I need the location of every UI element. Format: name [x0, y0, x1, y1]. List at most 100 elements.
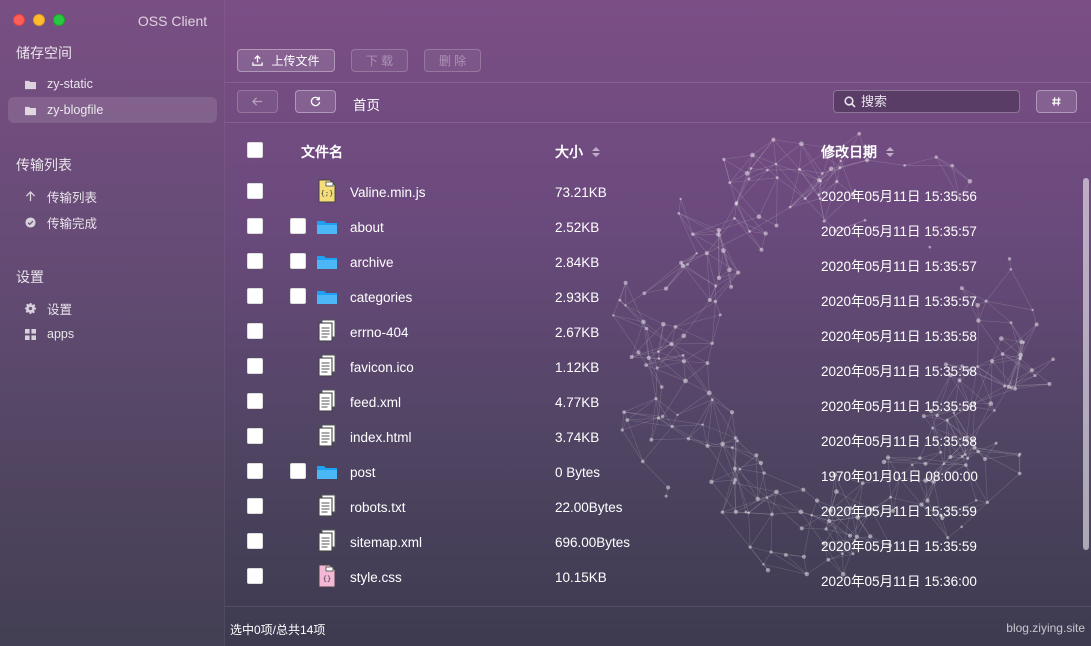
file-name[interactable]: errno-404 [350, 325, 409, 340]
file-name[interactable]: feed.xml [350, 395, 401, 410]
file-modified: 2020年05月11日 15:35:58 [821, 364, 977, 379]
sidebar-item-transfer-done[interactable]: 传输完成 [8, 209, 217, 235]
table-row[interactable]: {} style.css 10.15KB 2020年05月11日 15:36:00 [225, 559, 1091, 594]
file-size: 2.84KB [555, 255, 600, 270]
table-row[interactable]: post 0 Bytes 1970年01月01日 08:00:00 [225, 454, 1091, 489]
file-name[interactable]: style.css [350, 570, 402, 585]
file-size: 0 Bytes [555, 465, 601, 480]
site-label: blog.ziying.site [1006, 621, 1085, 635]
selection-count: 选中0项/总共14项 [230, 623, 326, 637]
sort-icon [886, 147, 894, 157]
file-name[interactable]: robots.txt [350, 500, 406, 515]
sidebar-item-label: 传输完成 [47, 216, 98, 231]
row-checkbox[interactable] [247, 218, 263, 234]
download-button[interactable]: 下 载 [351, 49, 408, 72]
folder-checkbox[interactable] [290, 253, 306, 269]
file-name[interactable]: Valine.min.js [350, 185, 426, 200]
refresh-icon [310, 96, 321, 107]
table-row[interactable]: robots.txt 22.00Bytes 2020年05月11日 15:35:59 [225, 489, 1091, 524]
delete-button[interactable]: 删 除 [424, 49, 481, 72]
grid-view-button[interactable] [1036, 90, 1077, 113]
row-checkbox[interactable] [247, 183, 263, 199]
table-header: 文件名 大小 修改日期 [225, 136, 1091, 164]
status-bar: 选中0项/总共14项 blog.ziying.site [225, 606, 1091, 646]
row-checkbox[interactable] [247, 498, 263, 514]
row-checkbox[interactable] [247, 568, 263, 584]
file-modified: 2020年05月11日 15:35:59 [821, 539, 977, 554]
file-modified: 2020年05月11日 15:35:57 [821, 294, 977, 309]
table-row[interactable]: index.html 3.74KB 2020年05月11日 15:35:58 [225, 419, 1091, 454]
search-input[interactable] [861, 94, 1011, 109]
row-checkbox[interactable] [247, 323, 263, 339]
refresh-button[interactable] [295, 90, 336, 113]
file-size: 22.00Bytes [555, 500, 623, 515]
row-checkbox[interactable] [247, 463, 263, 479]
search-box[interactable] [833, 90, 1020, 113]
row-checkbox[interactable] [247, 358, 263, 374]
file-size: 1.12KB [555, 360, 600, 375]
table-row[interactable]: {;} Valine.min.js 73.21KB 2020年05月11日 15:35… [225, 174, 1091, 209]
sidebar-item-transfer-list[interactable]: 传输列表 [8, 183, 217, 209]
sidebar-item-zy-blogfile[interactable]: zy-blogfile [8, 97, 217, 123]
file-modified: 2020年05月11日 15:35:58 [821, 434, 977, 449]
back-button[interactable] [237, 90, 278, 113]
file-name[interactable]: sitemap.xml [350, 535, 422, 550]
arrow-up-icon [23, 189, 37, 203]
search-icon [844, 95, 856, 108]
file-name[interactable]: categories [350, 290, 412, 305]
sidebar-item-label: 传输列表 [47, 190, 98, 205]
file-size: 696.00Bytes [555, 535, 631, 550]
sidebar-item-zy-static[interactable]: zy-static [8, 71, 217, 97]
sidebar-item-apps[interactable]: apps [8, 321, 217, 347]
file-name[interactable]: favicon.ico [350, 360, 414, 375]
folder-checkbox[interactable] [290, 288, 306, 304]
document-icon [316, 494, 338, 518]
breadcrumb[interactable]: 首页 [353, 94, 380, 114]
table-row[interactable]: categories 2.93KB 2020年05月11日 15:35:57 [225, 279, 1091, 314]
app-window: 储存空间 zy-static zy-blogfile 传输列表 传输列表 传输完… [0, 0, 1091, 646]
table-row[interactable]: errno-404 2.67KB 2020年05月11日 15:35:58 [225, 314, 1091, 349]
folder-checkbox[interactable] [290, 218, 306, 234]
row-checkbox[interactable] [247, 533, 263, 549]
row-checkbox[interactable] [247, 288, 263, 304]
table-row[interactable]: feed.xml 4.77KB 2020年05月11日 15:35:58 [225, 384, 1091, 419]
document-icon [316, 424, 338, 448]
file-name[interactable]: about [350, 220, 384, 235]
folder-checkbox[interactable] [290, 463, 306, 479]
column-header-name[interactable]: 文件名 [301, 142, 343, 162]
row-checkbox[interactable] [247, 428, 263, 444]
file-size: 2.52KB [555, 220, 600, 235]
table-row[interactable]: favicon.ico 1.12KB 2020年05月11日 15:35:58 [225, 349, 1091, 384]
hash-icon [1052, 97, 1061, 106]
table-row[interactable]: archive 2.84KB 2020年05月11日 15:35:57 [225, 244, 1091, 279]
column-header-modified[interactable]: 修改日期 [821, 142, 894, 162]
file-name[interactable]: index.html [350, 430, 412, 445]
table-row[interactable]: sitemap.xml 696.00Bytes 2020年05月11日 15:35:… [225, 524, 1091, 559]
file-modified: 2020年05月11日 15:35:59 [821, 504, 977, 519]
sort-icon [592, 147, 600, 157]
table-row[interactable]: about 2.52KB 2020年05月11日 15:35:57 [225, 209, 1091, 244]
svg-text:{}: {} [323, 575, 331, 583]
scrollbar-thumb[interactable] [1083, 178, 1089, 550]
file-modified: 2020年05月11日 15:36:00 [821, 574, 977, 589]
css-file-icon: {} [316, 564, 338, 588]
document-icon [316, 389, 338, 413]
file-name[interactable]: post [350, 465, 376, 480]
file-list-area: 文件名 大小 修改日期 {;} Valine.min.js 73.21KB 2020年… [225, 122, 1091, 606]
file-size: 10.15KB [555, 570, 607, 585]
sidebar-item-settings[interactable]: 设置 [8, 295, 217, 321]
file-name[interactable]: archive [350, 255, 394, 270]
file-modified: 2020年05月11日 15:35:58 [821, 399, 977, 414]
toolbar-divider [225, 82, 1091, 83]
row-checkbox[interactable] [247, 253, 263, 269]
section-title-storage: 储存空间 [16, 45, 72, 61]
column-header-size[interactable]: 大小 [555, 142, 600, 162]
file-size: 2.93KB [555, 290, 600, 305]
arrow-left-icon [252, 97, 263, 106]
select-all-checkbox[interactable] [247, 142, 263, 158]
folder-icon [23, 103, 37, 117]
sidebar: 储存空间 zy-static zy-blogfile 传输列表 传输列表 传输完… [0, 0, 225, 646]
row-checkbox[interactable] [247, 393, 263, 409]
file-size: 3.74KB [555, 430, 600, 445]
upload-button[interactable]: 上传文件 [237, 49, 335, 72]
